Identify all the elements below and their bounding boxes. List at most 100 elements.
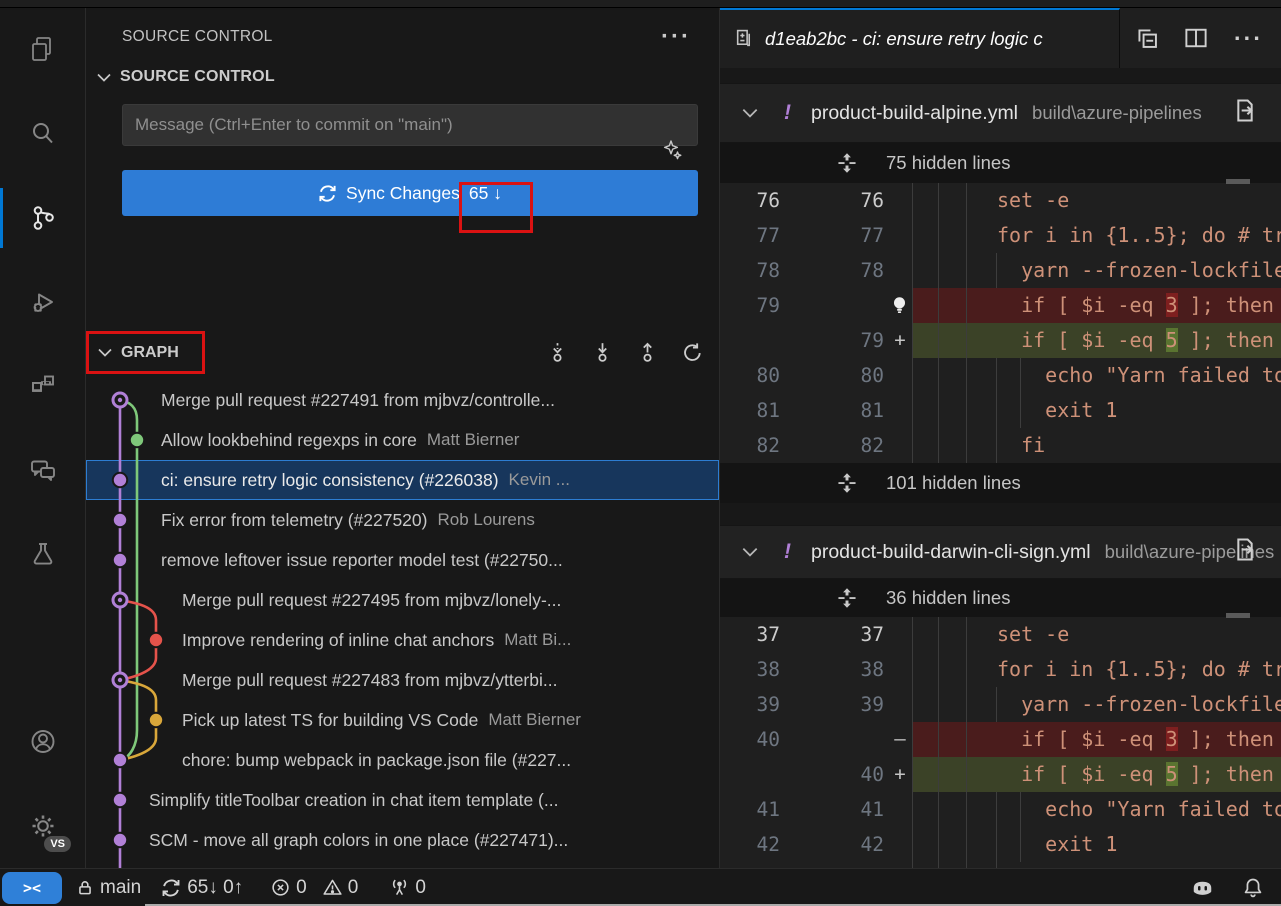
activity-item-extensions[interactable] [0, 344, 85, 428]
commit-row[interactable]: Merge pull request #227491 from mjbvz/co… [86, 380, 719, 420]
diff-code-line[interactable]: 38 38 for i in {1..5}; do # try 5 times [720, 652, 1281, 687]
commit-row[interactable]: Merge pull request #227483 from mjbvz/yt… [86, 660, 719, 700]
activity-item-accounts[interactable] [0, 700, 85, 784]
diff-code-line[interactable]: 40 — if [ $i -eq 3 ]; then [720, 722, 1281, 757]
push-button[interactable] [637, 342, 658, 363]
diff-code-alpine[interactable]: 76 76 set -e 77 77 for i in {1..5}; do #… [720, 183, 1281, 463]
fetch-button[interactable] [547, 342, 568, 363]
sync-status-item[interactable]: 65↓ 0↑ [161, 877, 243, 899]
diff-code-line[interactable]: 41 41 echo "Yarn failed too many times" … [720, 792, 1281, 827]
radio-tower-icon [390, 878, 409, 897]
sidebar-more-actions-button[interactable]: ··· [661, 32, 691, 42]
hidden-lines-bar[interactable]: 75 hidden lines [720, 143, 1281, 183]
file-header-alpine[interactable]: ! product-build-alpine.yml build\azure-p… [720, 83, 1281, 143]
activity-item-testing[interactable] [0, 512, 85, 596]
code-text: for i in {1..5}; do # try 5 times [966, 218, 1281, 253]
activity-item-explorer[interactable] [0, 8, 85, 92]
code-text: for i in {1..5}; do # try 5 times [966, 652, 1281, 687]
diff-code-line[interactable]: 79 if [ $i -eq 3 ]; then [720, 288, 1281, 323]
diff-code-line[interactable]: 77 77 for i in {1..5}; do # try 5 times [720, 218, 1281, 253]
activity-item-search[interactable] [0, 92, 85, 176]
file-header-darwin[interactable]: ! product-build-darwin-cli-sign.yml buil… [720, 525, 1281, 579]
diff-code-line[interactable]: 40 + if [ $i -eq 5 ]; then [720, 757, 1281, 792]
sparkle-icon[interactable] [661, 139, 683, 161]
code-text: if [ $i -eq 5 ]; then [966, 757, 1281, 792]
hidden-lines-bar[interactable]: 101 hidden lines [720, 463, 1281, 503]
diff-code-line[interactable]: 80 80 echo "Yarn failed too many times" … [720, 358, 1281, 393]
remote-indicator[interactable]: >< [2, 872, 62, 904]
gutter-column [938, 652, 966, 687]
commit-row[interactable]: chore: bump webpack in package.json file… [86, 740, 719, 780]
ports-status-item[interactable]: 0 [390, 877, 426, 899]
unfold-icon [836, 587, 858, 609]
gutter-column [938, 617, 966, 652]
line-number-old: 82 [720, 428, 788, 463]
commit-row[interactable]: SCM - move all graph colors in one place… [86, 820, 719, 860]
graph-section-header[interactable]: GRAPH [86, 331, 719, 374]
refresh-icon [682, 342, 703, 363]
line-number-new: 79 [788, 323, 888, 358]
search-icon [28, 119, 58, 149]
gutter-column [938, 687, 966, 722]
more-actions-button[interactable]: ··· [1234, 33, 1263, 43]
pull-button[interactable] [592, 342, 613, 363]
activity-item-source-control[interactable] [0, 176, 85, 260]
gutter-column [938, 358, 966, 393]
line-number-old: 37 [720, 617, 788, 652]
line-number-old: 39 [720, 687, 788, 722]
goto-file-button[interactable] [1233, 99, 1257, 128]
source-control-icon [28, 203, 58, 233]
commit-row[interactable]: remove leftover issue reporter model tes… [86, 540, 719, 580]
commit-row[interactable]: ci: ensure retry logic consistency (#226… [86, 460, 719, 500]
diff-code-darwin[interactable]: 37 37 set -e 38 38 for i in {1..5}; do #… [720, 617, 1281, 868]
copilot-icon[interactable] [1190, 878, 1215, 898]
diff-code-line[interactable]: 42 42 exit 1 [720, 827, 1281, 862]
code-text: echo "Yarn failed too many times" >&2 [966, 358, 1281, 393]
tab-commit-diff[interactable]: d1eab2bc - ci: ensure retry logic c [720, 8, 1120, 68]
commit-row[interactable]: Allow lookbehind regexps in core Matt Bi… [86, 420, 719, 460]
section-label: SOURCE CONTROL [120, 68, 275, 86]
gutter-column [912, 757, 938, 792]
activity-item-settings[interactable]: VS [0, 784, 85, 868]
editor-actions: ··· [1120, 8, 1281, 68]
refresh-button[interactable] [682, 342, 703, 363]
sync-changes-button[interactable]: Sync Changes 65 ↓ [122, 170, 698, 216]
bell-icon[interactable] [1243, 877, 1263, 898]
commit-message: remove leftover issue reporter model tes… [161, 550, 563, 571]
commit-message-input[interactable] [122, 104, 698, 146]
split-editor-button[interactable] [1184, 27, 1208, 49]
diff-code-line[interactable]: 37 37 set -e [720, 617, 1281, 652]
diff-sign [888, 792, 912, 827]
lightbulb-icon[interactable] [891, 295, 908, 317]
commit-message: Simplify titleToolbar creation in chat i… [149, 790, 558, 811]
gutter-column [912, 183, 938, 218]
commit-row[interactable]: Fix error from telemetry (#227520) Rob L… [86, 500, 719, 540]
goto-file-button[interactable] [1233, 538, 1257, 567]
gutter-column [912, 253, 938, 288]
gutter-column [938, 428, 966, 463]
diff-code-line[interactable]: 82 82 fi [720, 428, 1281, 463]
scrollbar-thumb[interactable] [1226, 179, 1250, 184]
source-control-section-header[interactable]: SOURCE CONTROL [86, 58, 719, 96]
problems-status-item[interactable]: 0 0 [271, 877, 358, 899]
commit-row[interactable]: Merge pull request #227495 from mjbvz/lo… [86, 580, 719, 620]
line-number-new: 38 [788, 652, 888, 687]
gutter-column [912, 827, 938, 862]
commit-row[interactable]: Pick up latest TS for building VS Code M… [86, 700, 719, 740]
diff-code-line[interactable]: 76 76 set -e [720, 183, 1281, 218]
collapse-all-button[interactable] [1136, 27, 1158, 49]
diff-code-line[interactable]: 39 39 yarn --frozen-lockfile --check-fil… [720, 687, 1281, 722]
hidden-lines-bar[interactable]: 36 hidden lines [720, 579, 1281, 617]
commit-row[interactable]: Improve rendering of inline chat anchors… [86, 620, 719, 660]
diff-code-line[interactable]: 81 81 exit 1 [720, 393, 1281, 428]
branch-status-item[interactable]: main [76, 877, 141, 899]
diff-code-line[interactable]: 79 + if [ $i -eq 5 ]; then [720, 323, 1281, 358]
scrollbar-thumb[interactable] [1226, 613, 1250, 618]
diff-multiple-icon [734, 29, 755, 50]
activity-item-chat[interactable] [0, 428, 85, 512]
activity-item-run-debug[interactable] [0, 260, 85, 344]
commit-row[interactable]: Simplify titleToolbar creation in chat i… [86, 780, 719, 820]
diff-code-line[interactable]: 78 78 yarn --frozen-lockfile --check-fil… [720, 253, 1281, 288]
gutter-column [938, 827, 966, 862]
code-text: fi [966, 428, 1281, 463]
